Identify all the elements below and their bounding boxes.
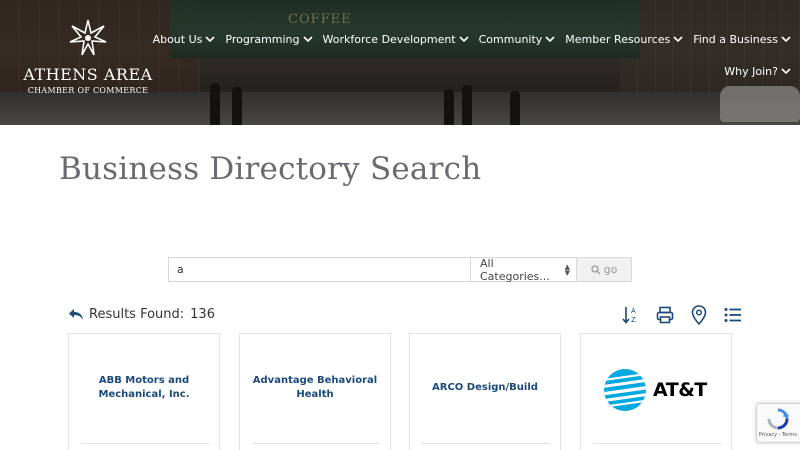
back-arrow-icon[interactable] bbox=[68, 306, 84, 322]
nav-label: About Us bbox=[152, 32, 203, 46]
att-logo[interactable]: AT&T bbox=[603, 367, 713, 413]
nav-label: Community bbox=[478, 32, 543, 46]
page-title: Business Directory Search bbox=[59, 151, 482, 187]
nav-item-member-resources[interactable]: Member Resources bbox=[560, 30, 688, 48]
nav-item-find-a-business[interactable]: Find a Business bbox=[688, 30, 796, 48]
list-view-button[interactable] bbox=[722, 304, 744, 326]
business-card[interactable]: Advantage Behavioral Health bbox=[239, 333, 391, 450]
directory-search-bar: All Categories... ▲▼ go bbox=[168, 256, 632, 283]
go-button[interactable]: go bbox=[577, 258, 631, 281]
att-globe-icon bbox=[604, 369, 646, 411]
business-card[interactable]: AT&T bbox=[580, 333, 732, 450]
page: COFFEE Athens Area Chamber of Commerce A… bbox=[0, 0, 800, 450]
header-hero: COFFEE Athens Area Chamber of Commerce A… bbox=[0, 0, 800, 125]
nav-label: Programming bbox=[225, 32, 300, 46]
card-divider bbox=[81, 443, 209, 444]
category-select-value: All Categories... bbox=[480, 256, 550, 283]
main-nav: About Us Programming Workforce Developme… bbox=[153, 30, 796, 80]
nav-row-secondary: Why Join? bbox=[200, 62, 796, 80]
results-toolbar: A Z bbox=[620, 304, 744, 326]
card-divider bbox=[252, 443, 380, 444]
att-wordmark: AT&T bbox=[653, 379, 707, 401]
nav-label: Why Join? bbox=[724, 64, 778, 78]
svg-text:A: A bbox=[631, 307, 636, 315]
sort-button[interactable]: A Z bbox=[620, 304, 642, 326]
card-divider bbox=[593, 443, 721, 444]
search-input[interactable] bbox=[169, 258, 471, 281]
business-name-link[interactable]: Advantage Behavioral Health bbox=[250, 374, 380, 402]
nav-item-community[interactable]: Community bbox=[474, 30, 561, 48]
star-logo-icon bbox=[22, 18, 154, 65]
chevron-down-icon bbox=[673, 36, 683, 43]
results-summary: Results Found: 136 bbox=[68, 306, 215, 322]
chevron-down-icon bbox=[781, 36, 791, 43]
list-icon bbox=[724, 308, 741, 322]
svg-text:Z: Z bbox=[631, 316, 636, 324]
chevron-down-icon bbox=[205, 36, 215, 43]
map-pin-icon bbox=[691, 305, 707, 325]
nav-label: Find a Business bbox=[693, 32, 778, 46]
nav-item-why-join[interactable]: Why Join? bbox=[719, 62, 796, 80]
chevron-down-icon bbox=[545, 36, 555, 43]
print-icon bbox=[656, 306, 674, 324]
search-icon bbox=[590, 264, 601, 274]
nav-label: Workforce Development bbox=[322, 32, 456, 46]
business-name-link[interactable]: ARCO Design/Build bbox=[420, 381, 550, 395]
recaptcha-links[interactable]: Privacy - Terms bbox=[759, 432, 797, 438]
recaptcha-badge[interactable]: Privacy - Terms bbox=[756, 403, 800, 443]
nav-item-workforce-development[interactable]: Workforce Development bbox=[318, 30, 474, 48]
chevron-down-icon bbox=[459, 36, 469, 43]
nav-label: Member Resources bbox=[565, 32, 671, 46]
recaptcha-icon bbox=[767, 408, 789, 430]
business-card[interactable]: ARCO Design/Build bbox=[409, 333, 561, 450]
nav-row-primary: About Us Programming Workforce Developme… bbox=[153, 30, 796, 48]
results-count: 136 bbox=[190, 306, 215, 322]
category-select[interactable]: All Categories... ▲ ▼ bbox=[471, 256, 577, 283]
print-button[interactable] bbox=[654, 304, 676, 326]
go-label: go bbox=[603, 263, 618, 276]
map-button[interactable] bbox=[688, 304, 710, 326]
chevron-down-icon bbox=[781, 68, 791, 75]
business-card[interactable]: ABB Motors and Mechanical, Inc. bbox=[68, 333, 220, 450]
nav-item-programming[interactable]: Programming bbox=[220, 30, 317, 48]
business-name-link[interactable]: ABB Motors and Mechanical, Inc. bbox=[79, 374, 209, 402]
nav-item-about-us[interactable]: About Us bbox=[148, 30, 221, 48]
results-label: Results Found: bbox=[89, 306, 185, 322]
select-arrows-icon: ▲ ▼ bbox=[564, 262, 570, 277]
sort-alpha-icon: A Z bbox=[622, 307, 636, 324]
chamber-logo[interactable]: Athens Area Chamber of Commerce bbox=[22, 18, 154, 95]
logo-line2: Chamber of Commerce bbox=[27, 86, 149, 95]
card-divider bbox=[422, 443, 550, 444]
logo-line1: Athens Area bbox=[23, 65, 153, 84]
chevron-down-icon bbox=[302, 36, 313, 43]
